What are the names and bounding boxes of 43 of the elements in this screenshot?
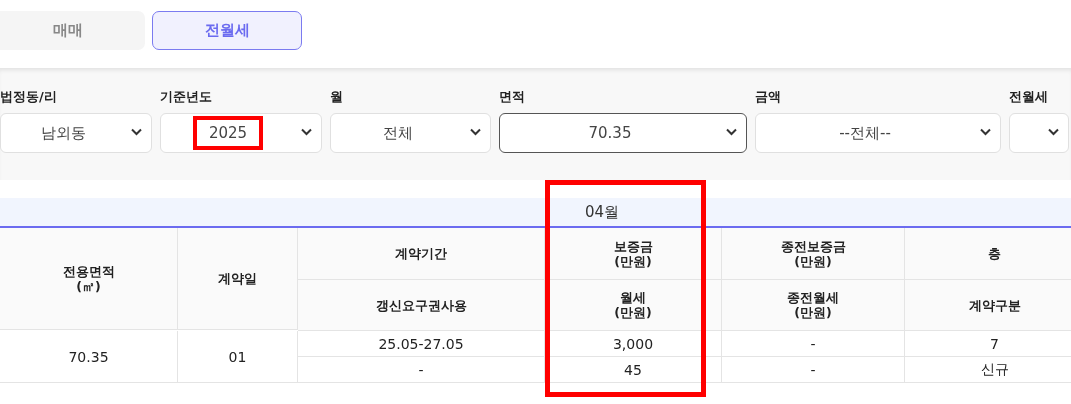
month-header: 04월 — [584, 202, 620, 222]
dropdown-value: --전체-- — [838, 122, 892, 144]
table-cell: - — [722, 357, 905, 382]
table-cell: 3,000 — [545, 331, 722, 357]
table-cell: 01 — [178, 331, 298, 382]
table-cell: - — [722, 331, 905, 357]
table-cell: 45 — [545, 357, 722, 382]
chevron-down-icon — [131, 128, 142, 136]
dropdown[interactable]: 전체 — [330, 113, 491, 153]
chevron-down-icon — [301, 128, 312, 136]
dropdown-value: 70.35 — [587, 123, 633, 144]
table-cell: - — [298, 357, 545, 382]
column-header: 계약구분 — [905, 280, 1071, 331]
table-cell: 70.35 — [0, 331, 178, 382]
column-header: 종전보증금 (만원) — [722, 228, 905, 280]
table-cell: 7 — [905, 331, 1071, 357]
filter-label: 전월세 — [1009, 88, 1049, 104]
filter-label: 월 — [330, 88, 344, 104]
column-header: 종전월세 (만원) — [722, 280, 905, 331]
column-header: 전용면적 (㎡) — [0, 228, 178, 330]
dropdown-value: 남외동 — [39, 122, 87, 144]
dropdown[interactable]: 남외동 — [0, 113, 152, 153]
filter-label: 법정동/리 — [0, 88, 58, 104]
filter-label: 면적 — [499, 88, 526, 104]
chevron-down-icon — [980, 128, 991, 136]
column-header: 계약일 — [178, 228, 298, 330]
filter-label: 기준년도 — [160, 88, 213, 104]
column-header: 갱신요구권사용 — [298, 280, 545, 331]
tab[interactable]: 전월세 — [152, 11, 302, 50]
column-header: 층 — [905, 228, 1071, 280]
chevron-down-icon — [1048, 128, 1059, 136]
dropdown[interactable]: 70.35 — [499, 113, 747, 153]
dropdown-value: 전체 — [381, 122, 414, 144]
dropdown[interactable] — [1009, 113, 1069, 153]
dropdown-value: 2025 — [192, 116, 264, 150]
chevron-down-icon — [726, 128, 737, 136]
filter-label: 금액 — [755, 88, 782, 104]
column-header: 계약기간 — [298, 228, 545, 280]
dropdown[interactable]: --전체-- — [755, 113, 1001, 153]
chevron-down-icon — [470, 128, 481, 136]
table-cell: 25.05-27.05 — [298, 331, 545, 357]
table-cell: 신규 — [905, 357, 1071, 382]
dropdown[interactable]: 2025 — [160, 113, 322, 153]
